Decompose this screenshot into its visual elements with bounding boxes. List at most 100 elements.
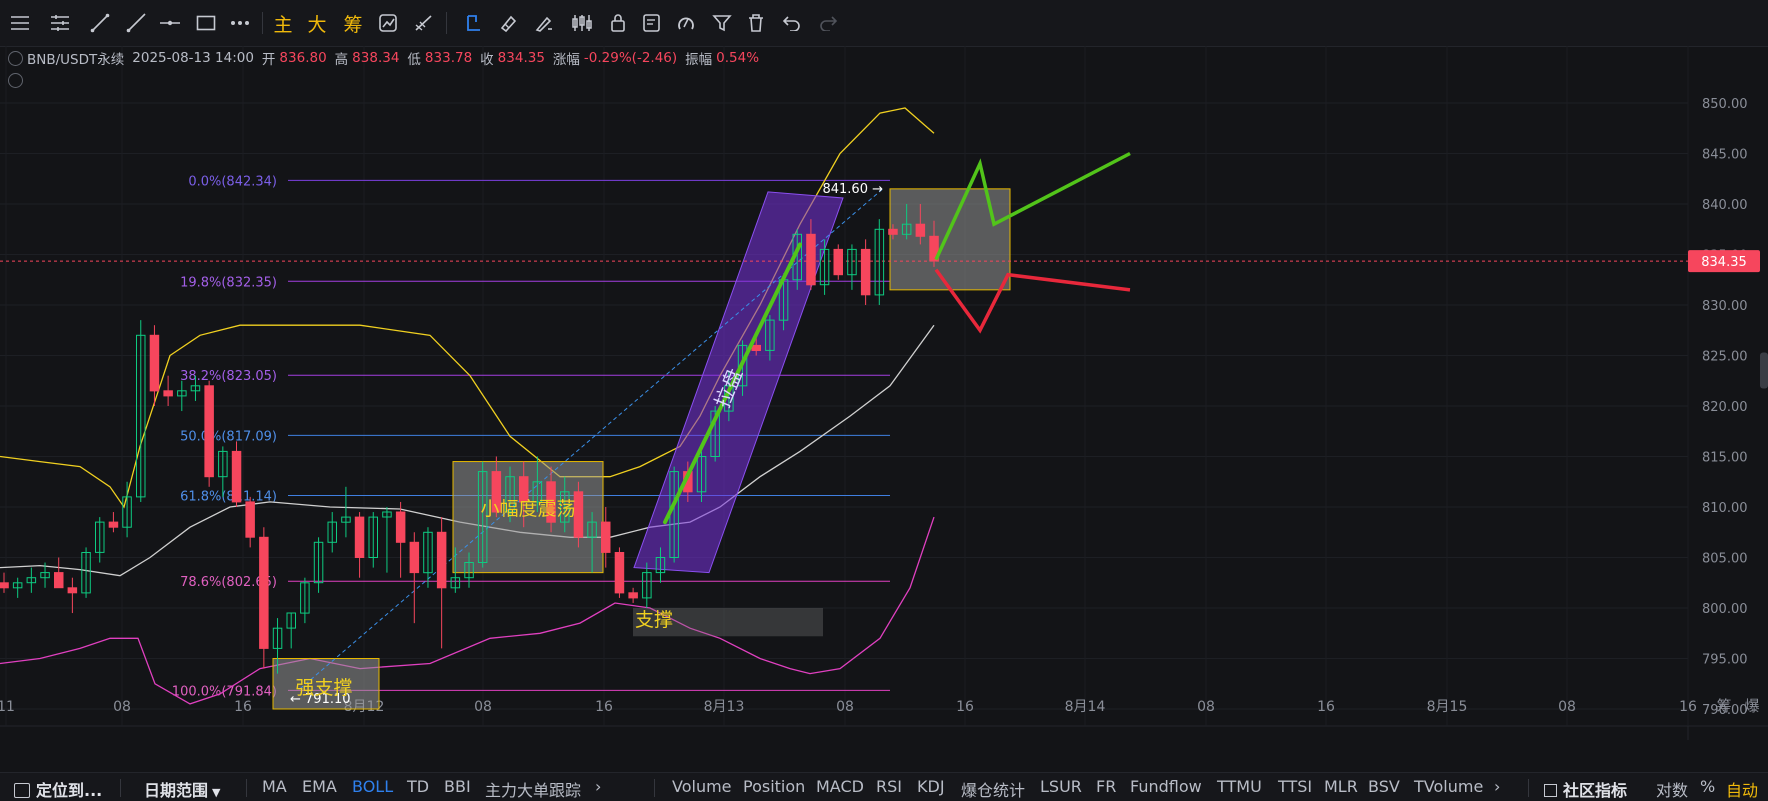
indicator-ema[interactable]: EMA bbox=[302, 777, 337, 796]
time-tick-label: 8月13 bbox=[704, 699, 745, 715]
candle-body bbox=[54, 572, 64, 589]
candle-body bbox=[915, 223, 926, 237]
redo-icon[interactable] bbox=[816, 11, 840, 35]
date-range-button[interactable]: 日期范围 ▼ bbox=[144, 777, 220, 801]
time-tick-label: 8月15 bbox=[1427, 699, 1468, 715]
indicator-large-order[interactable]: 主力大单跟踪 bbox=[485, 777, 581, 801]
price-tick-label: 830.00 bbox=[1702, 299, 1748, 314]
sub-indicator-liquidation[interactable]: 爆仓统计 bbox=[961, 777, 1025, 801]
price-tick-label: 845.00 bbox=[1702, 148, 1748, 163]
fib-level-label: 38.2%(823.05) bbox=[180, 369, 277, 384]
strong-support-label: 强支撑 bbox=[295, 677, 352, 699]
bottom-divider bbox=[120, 779, 121, 797]
sub-indicator-mlr[interactable]: MLR bbox=[1324, 777, 1358, 796]
candle-body bbox=[231, 450, 242, 503]
price-tick-label: 795.00 bbox=[1702, 653, 1748, 668]
auto-scale-toggle[interactable]: 自动 bbox=[1726, 777, 1758, 801]
pen-icon[interactable] bbox=[462, 11, 486, 35]
close-value: 834.35 bbox=[497, 50, 545, 66]
candle-body bbox=[601, 521, 611, 553]
note-icon[interactable] bbox=[640, 11, 664, 35]
locate-button[interactable]: 定位到... bbox=[14, 777, 102, 801]
candle-body bbox=[0, 582, 9, 589]
eraser-icon[interactable] bbox=[496, 11, 520, 35]
chip-distribution-button[interactable]: 筹 bbox=[340, 11, 366, 36]
high-marker-label: 841.60 → bbox=[822, 182, 883, 197]
price-tick-label: 800.00 bbox=[1702, 602, 1748, 617]
rectangle-icon[interactable] bbox=[194, 11, 218, 35]
chevron-right-icon[interactable]: › bbox=[595, 777, 601, 796]
sub-indicator-ttsi[interactable]: TTSI bbox=[1278, 777, 1312, 796]
time-tick-label: 16 bbox=[1317, 699, 1335, 715]
price-tick-label: 815.00 bbox=[1702, 451, 1748, 466]
open-label: 开 bbox=[261, 52, 276, 68]
community-label: 社区指标 bbox=[1563, 781, 1628, 800]
open-value: 836.80 bbox=[279, 50, 327, 66]
sub-indicator-macd[interactable]: MACD bbox=[816, 777, 864, 796]
candle-body bbox=[149, 334, 160, 392]
candle-body bbox=[108, 521, 119, 528]
sub-indicator-ttmu[interactable]: TTMU bbox=[1217, 777, 1262, 796]
candlestick-chart[interactable]: 850.00845.00840.00835.00830.00825.00820.… bbox=[0, 46, 1768, 740]
sub-indicator-lsur[interactable]: LSUR bbox=[1040, 777, 1082, 796]
chevron-down-icon: ▼ bbox=[212, 786, 221, 799]
candle-body bbox=[354, 516, 365, 559]
magnet-icon[interactable] bbox=[674, 11, 698, 35]
symbol-label: BNB/USDT永续 bbox=[27, 52, 125, 68]
date-range-label: 日期范围 bbox=[144, 781, 209, 800]
indicator-bar: 定位到... 日期范围 ▼ MA EMA BOLL TD BBI 主力大单跟踪 ›… bbox=[0, 772, 1768, 801]
chevron-right-icon[interactable]: › bbox=[1494, 777, 1500, 796]
sub-indicator-fr[interactable]: FR bbox=[1096, 777, 1116, 796]
sub-indicator-tvolume[interactable]: TVolume bbox=[1414, 777, 1483, 796]
range-box-label: 小幅度震荡 bbox=[480, 498, 575, 520]
time-tick-label: 08 bbox=[1197, 699, 1215, 715]
more-icon[interactable] bbox=[228, 11, 252, 35]
indicator-icon[interactable] bbox=[376, 11, 400, 35]
measure-icon[interactable] bbox=[412, 11, 436, 35]
indicator-boll[interactable]: BOLL bbox=[352, 777, 393, 796]
candle-body bbox=[395, 511, 406, 543]
sub-indicator-fundflow[interactable]: Fundflow bbox=[1130, 777, 1202, 796]
support-label: 支撑 bbox=[635, 609, 673, 631]
fib-level-label: 19.8%(832.35) bbox=[180, 275, 277, 290]
time-tick-label: 08 bbox=[474, 699, 492, 715]
calendar-icon bbox=[14, 783, 30, 798]
percent-scale-toggle[interactable]: % bbox=[1700, 777, 1715, 796]
toolbar-divider bbox=[446, 12, 447, 34]
log-scale-toggle[interactable]: 对数 bbox=[1656, 777, 1688, 801]
sub-indicator-bsv[interactable]: BSV bbox=[1368, 777, 1400, 796]
community-indicator-button[interactable]: 社区指标 bbox=[1544, 777, 1627, 801]
expand-indicator-icon[interactable] bbox=[8, 73, 29, 88]
candle-body bbox=[436, 531, 447, 589]
sub-indicator-rsi[interactable]: RSI bbox=[876, 777, 902, 796]
sub-indicator-position[interactable]: Position bbox=[743, 777, 805, 796]
high-label: 高 bbox=[334, 52, 349, 68]
candle-icon[interactable] bbox=[570, 11, 594, 35]
collapse-toggle-icon[interactable] bbox=[8, 50, 23, 66]
indicator-ma[interactable]: MA bbox=[262, 777, 287, 796]
settings-icon[interactable] bbox=[48, 11, 72, 35]
horizontal-line-icon[interactable] bbox=[158, 11, 182, 35]
time-tick-label: 08 bbox=[836, 699, 854, 715]
indicator-td[interactable]: TD bbox=[407, 777, 429, 796]
candle-body bbox=[409, 541, 420, 574]
main-chart-button[interactable]: 主 bbox=[270, 11, 296, 36]
sub-indicator-volume[interactable]: Volume bbox=[672, 777, 732, 796]
indicator-bbi[interactable]: BBI bbox=[444, 777, 471, 796]
trend-line-icon[interactable] bbox=[88, 11, 112, 35]
close-label: 收 bbox=[480, 52, 494, 68]
lock-icon[interactable] bbox=[606, 11, 630, 35]
sub-indicator-kdj[interactable]: KDJ bbox=[917, 777, 945, 796]
current-price-label: 834.35 bbox=[1701, 255, 1747, 270]
edit-icon bbox=[1544, 784, 1557, 797]
side-panel-handle[interactable] bbox=[1760, 352, 1768, 389]
ray-icon[interactable] bbox=[124, 11, 148, 35]
time-tick-label: 8月14 bbox=[1065, 699, 1106, 715]
trash-icon[interactable] bbox=[744, 11, 768, 35]
large-order-button[interactable]: 大 bbox=[304, 11, 330, 36]
menu-icon[interactable] bbox=[8, 11, 32, 35]
brush-icon[interactable] bbox=[532, 11, 556, 35]
filter-icon[interactable] bbox=[710, 11, 734, 35]
time-tick-label: 08 bbox=[113, 699, 131, 715]
undo-icon[interactable] bbox=[780, 11, 804, 35]
